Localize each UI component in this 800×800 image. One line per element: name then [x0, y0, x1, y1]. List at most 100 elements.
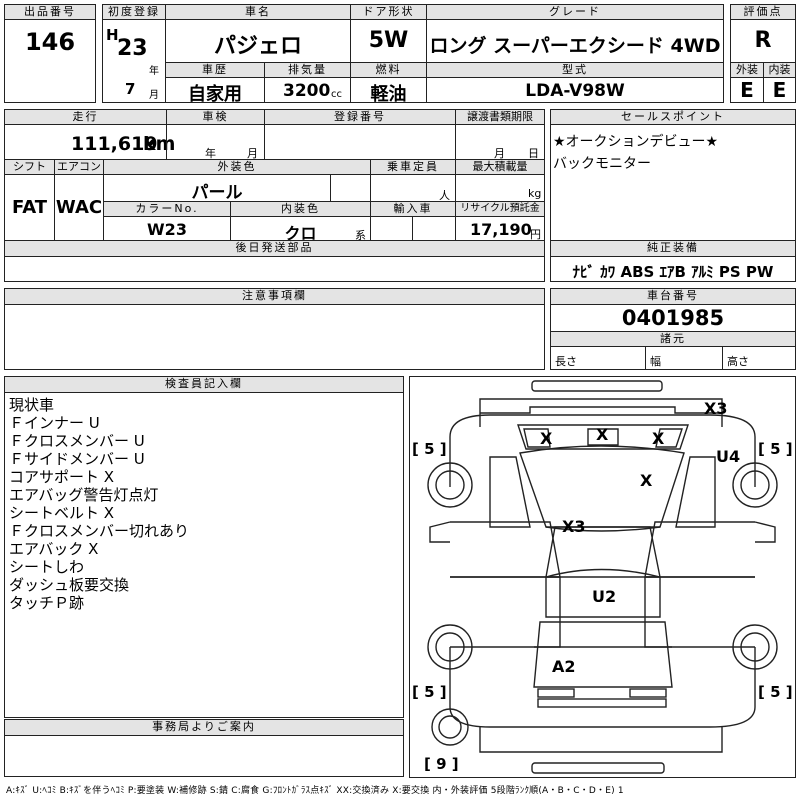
mark-hood: A2 [552, 657, 576, 676]
import-label: 輸入車 [370, 201, 456, 217]
tire-rear-left: [ 5 ] [412, 440, 447, 458]
inspection-cell: 年 月 [166, 124, 265, 160]
note-line: エアバッグ警告灯点灯 [9, 486, 159, 504]
recycle-amount: 17,190 [470, 220, 532, 239]
registration-month-unit: 月 [149, 90, 159, 101]
ac-cell: WAC [54, 174, 104, 241]
history-cell: 自家用 [165, 77, 265, 105]
color-no-cell: W23 [103, 216, 231, 241]
first-registration-label: 初度登録 [102, 4, 166, 20]
inspector-notes-label: 検査員記入欄 [4, 376, 404, 393]
mark-roof: X [640, 471, 653, 490]
exterior-grade: E [740, 78, 754, 102]
model-cell: LDA-V98W [426, 77, 724, 103]
fuel: 軽油 [370, 84, 407, 105]
length-cell: 長さ [550, 346, 646, 370]
mark-rear-gate: X3 [704, 399, 728, 418]
sales-point-1: ★オークションデビュー★ [553, 134, 719, 150]
score-label: 評価点 [730, 4, 796, 20]
equipment-label: 純正装備 [550, 240, 796, 257]
color-no: W23 [147, 220, 187, 239]
capacity-label: 乗車定員 [370, 159, 456, 175]
mark-center: X3 [562, 517, 586, 536]
first-registration-cell: H 23 年 7 月 [102, 19, 166, 103]
interior-grade: E [772, 78, 787, 102]
lot-number: 146 [24, 28, 76, 56]
mileage-cell: 111,619 km [4, 124, 175, 160]
car-name-cell: パジェロ [165, 19, 351, 63]
import-cell [370, 216, 413, 241]
door-type: 5W [368, 28, 409, 53]
import-cell-2 [412, 216, 456, 241]
lot-number-cell: 146 [4, 19, 96, 103]
car-diagram: X3 X X X X U4 X3 U2 A2 [ 5 ] [ 5 ] [ 5 ]… [409, 376, 796, 778]
score-cell: R [730, 19, 796, 63]
grade: ロング スーパーエクシード 4WD [429, 35, 721, 57]
sales-point-2: バックモニター [553, 156, 651, 172]
note-line: 現状車 [9, 396, 55, 414]
door-type-cell: 5W [350, 19, 427, 63]
recycle-label: リサイクル預託金 [455, 201, 545, 217]
capacity-cell: 人 [370, 174, 456, 202]
caution-cell [4, 304, 545, 370]
history: 自家用 [188, 84, 242, 105]
shift-label: シフト [4, 159, 55, 175]
displacement: 3200 [283, 81, 331, 101]
note-line: シートしわ [9, 558, 85, 576]
model-label: 型式 [426, 62, 724, 78]
width-label: 幅 [650, 355, 661, 368]
exterior-color-label: 外装色 [103, 159, 371, 175]
registration-month: 7 [125, 80, 136, 98]
equipment: ﾅﾋﾞ ｶﾜ ABS ｴｱB ｱﾙﾐ PS PW [572, 263, 774, 281]
plate-number-cell [264, 124, 456, 160]
ac-label: エアコン [54, 159, 104, 175]
registration-year-unit: 年 [149, 66, 159, 77]
office-notice-cell [4, 735, 404, 777]
transfer-deadline-cell: 月 日 [455, 124, 545, 160]
color-no-label: カラーNo. [103, 201, 231, 217]
office-notice-label: 事務局よりご案内 [4, 719, 404, 736]
exterior-grade-label: 外装 [730, 62, 764, 78]
chassis-number-cell: 0401985 [550, 304, 796, 332]
interior-grade-cell: E [763, 77, 796, 103]
max-load-label: 最大積載量 [455, 159, 545, 175]
specs-label: 諸元 [550, 331, 796, 347]
registration-year: 23 [117, 36, 148, 61]
inspector-notes-cell: 現状車 Ｆインナー U Ｆクロスメンバー U Ｆサイドメンバー U コアサポート… [4, 392, 404, 718]
transfer-deadline-label: 譲渡書類期限 [455, 109, 545, 125]
later-parts-label: 後日発送部品 [4, 240, 545, 257]
exterior-color-cell: パール [103, 174, 331, 203]
shift: FAT [11, 197, 48, 218]
height-cell: 高さ [722, 346, 796, 370]
tire-front-left: [ 5 ] [412, 683, 447, 701]
note-line: シートベルト X [9, 504, 115, 522]
tire-rear-right: [ 5 ] [758, 440, 793, 458]
plate-number-label: 登録番号 [264, 109, 456, 125]
mark-rear-glass-right: X [652, 429, 665, 448]
length-label: 長さ [555, 355, 577, 368]
max-load-unit: kg [528, 187, 542, 200]
later-parts-cell [4, 256, 545, 282]
note-line: タッチＰ跡 [9, 594, 85, 612]
caution-label: 注意事項欄 [4, 288, 545, 305]
displacement-cell: 3200 cc [264, 77, 351, 103]
chassis-number-label: 車台番号 [550, 288, 796, 305]
note-line: Ｆクロスメンバー切れあり [9, 522, 190, 540]
fuel-label: 燃料 [350, 62, 427, 78]
mark-rear-glass-left: X [540, 429, 553, 448]
legend: A:ｷｽﾞ U:ﾍｺﾐ B:ｷｽﾞを伴うﾍｺﾐ P:要塗装 W:補修跡 S:錆 … [6, 786, 624, 796]
note-line: コアサポート X [9, 468, 115, 486]
note-line: Ｆインナー U [9, 414, 100, 432]
mark-rear-glass-mid: X [596, 425, 609, 444]
grade-label: グレード [426, 4, 724, 20]
sales-point-cell: ★オークションデビュー★ バックモニター [550, 124, 796, 241]
displacement-unit: cc [331, 89, 342, 100]
history-label: 車歴 [165, 62, 265, 78]
lot-number-label: 出品番号 [4, 4, 96, 20]
chassis-number: 0401985 [621, 306, 725, 330]
shift-cell: FAT [4, 174, 55, 241]
spare-tire: [ 9 ] [424, 755, 459, 773]
height-label: 高さ [727, 355, 749, 368]
inspection-label: 車検 [166, 109, 265, 125]
displacement-label: 排気量 [264, 62, 351, 78]
